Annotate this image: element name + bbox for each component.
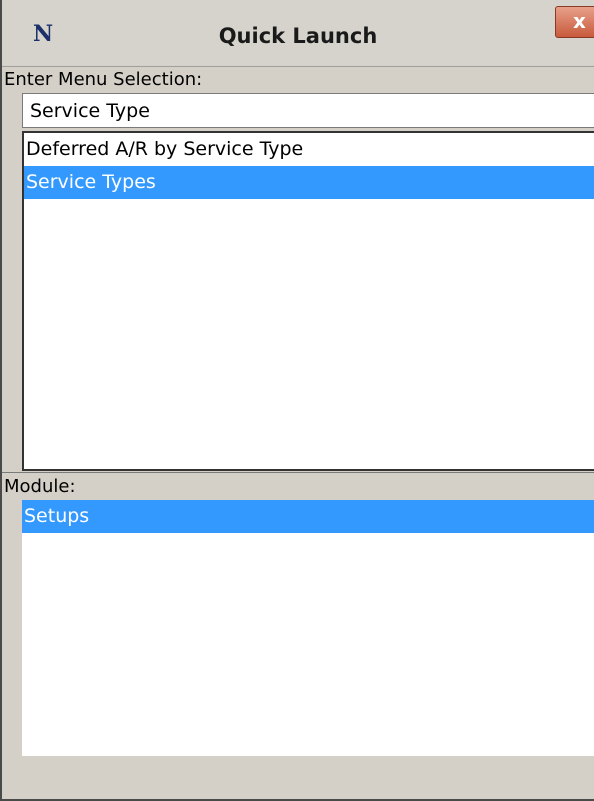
close-icon: x [573,9,586,33]
menu-selection-input[interactable] [22,93,594,128]
title-bar[interactable]: N Quick Launch x [2,0,594,65]
window-title: Quick Launch [218,24,378,48]
module-label: Module: [2,472,594,500]
menu-results-list[interactable]: Deferred A/R by Service Type Service Typ… [22,131,594,471]
list-item[interactable]: Deferred A/R by Service Type [24,133,594,166]
close-button[interactable]: x [555,6,594,38]
module-list[interactable]: Setups [22,500,594,756]
module-item-selected[interactable]: Setups [22,500,594,533]
status-bar [22,756,594,799]
list-item-selected[interactable]: Service Types [24,166,594,199]
quick-launch-window: N Quick Launch x Enter Menu Selection: D… [0,0,594,801]
menu-selection-label: Enter Menu Selection: [2,66,594,92]
